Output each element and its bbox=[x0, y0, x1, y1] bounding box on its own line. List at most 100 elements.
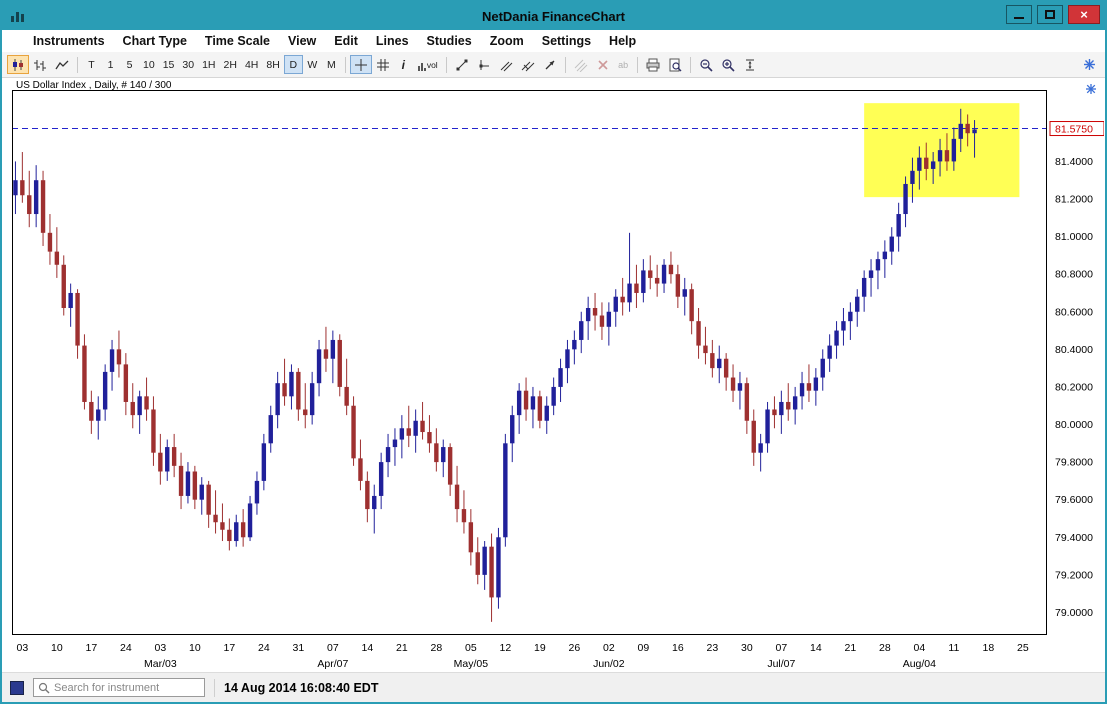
print-preview-button[interactable] bbox=[664, 55, 686, 74]
menu-studies[interactable]: Studies bbox=[418, 32, 481, 50]
timeframe-button-monthly[interactable]: M bbox=[322, 55, 341, 74]
menu-help[interactable]: Help bbox=[600, 32, 645, 50]
menu-bar: Instruments Chart Type Time Scale View E… bbox=[2, 30, 1105, 52]
timeframe-button-15m[interactable]: 15 bbox=[159, 55, 179, 74]
candle-body bbox=[965, 124, 969, 133]
candle-body bbox=[131, 402, 135, 415]
candle-body bbox=[834, 331, 838, 346]
grid-button[interactable] bbox=[372, 55, 394, 74]
menu-chart-type[interactable]: Chart Type bbox=[114, 32, 196, 50]
candle-body bbox=[827, 346, 831, 359]
candle-body bbox=[82, 346, 86, 402]
candle-body bbox=[193, 472, 197, 500]
info-button[interactable]: i bbox=[394, 55, 413, 74]
hv-line-button[interactable] bbox=[473, 55, 495, 74]
candle-body bbox=[689, 289, 693, 321]
candle-body bbox=[896, 214, 900, 237]
timeframe-button-weekly[interactable]: W bbox=[303, 55, 322, 74]
volume-button[interactable]: vol bbox=[413, 55, 442, 74]
candle-body bbox=[800, 383, 804, 396]
axis-settings-button[interactable] bbox=[1085, 82, 1097, 100]
y-axis-label: 79.0000 bbox=[1055, 607, 1093, 619]
y-axis-label: 81.4000 bbox=[1055, 156, 1093, 168]
menu-edit[interactable]: Edit bbox=[325, 32, 367, 50]
trendline-icon bbox=[455, 58, 469, 72]
fit-vertical-button[interactable] bbox=[739, 55, 761, 74]
toolbar-separator bbox=[565, 57, 566, 73]
timeframe-button-10m[interactable]: 10 bbox=[139, 55, 159, 74]
x-axis-day-label: 10 bbox=[51, 642, 63, 654]
candle-body bbox=[634, 284, 638, 293]
menu-view[interactable]: View bbox=[279, 32, 325, 50]
candle-body bbox=[696, 321, 700, 345]
candle-body bbox=[27, 195, 31, 214]
menu-zoom[interactable]: Zoom bbox=[481, 32, 533, 50]
timeframe-button-4h[interactable]: 4H bbox=[241, 55, 262, 74]
zoom-in-button[interactable] bbox=[717, 55, 739, 74]
candle-body bbox=[400, 428, 404, 439]
candle-body bbox=[234, 522, 238, 541]
info-icon: i bbox=[402, 58, 405, 72]
chart-plot-area[interactable]: 81.400081.200081.000080.800080.600080.40… bbox=[12, 90, 1104, 672]
candle-body bbox=[372, 496, 376, 509]
candle-body bbox=[972, 129, 976, 133]
minimize-button[interactable] bbox=[1006, 5, 1032, 24]
crosshair-button[interactable] bbox=[350, 55, 372, 74]
close-button[interactable]: × bbox=[1068, 5, 1100, 24]
zoom-out-button[interactable] bbox=[695, 55, 717, 74]
timeframe-button-8h[interactable]: 8H bbox=[262, 55, 283, 74]
timeframe-button-2h[interactable]: 2H bbox=[220, 55, 241, 74]
candle-body bbox=[676, 274, 680, 297]
timeframe-button-30m[interactable]: 30 bbox=[178, 55, 198, 74]
candle-body bbox=[655, 278, 659, 284]
arrow-tool-button[interactable] bbox=[539, 55, 561, 74]
chart-type-ohlc-button[interactable] bbox=[29, 55, 51, 74]
crosshair-icon bbox=[354, 58, 368, 72]
timeframe-button-5m[interactable]: 5 bbox=[120, 55, 139, 74]
x-axis-day-label: 02 bbox=[603, 642, 615, 654]
channel-button[interactable] bbox=[517, 55, 539, 74]
menu-lines[interactable]: Lines bbox=[367, 32, 418, 50]
maximize-button[interactable] bbox=[1037, 5, 1063, 24]
candle-body bbox=[917, 158, 921, 171]
select-lines-button[interactable] bbox=[570, 55, 592, 74]
timeframe-button-1h[interactable]: 1H bbox=[198, 55, 219, 74]
timeframe-button-tick[interactable]: T bbox=[82, 55, 101, 74]
x-axis-day-label: 19 bbox=[534, 642, 546, 654]
print-button[interactable] bbox=[642, 55, 664, 74]
candle-body bbox=[931, 161, 935, 169]
candle-body bbox=[41, 180, 45, 233]
chart-type-candlestick-button[interactable] bbox=[7, 55, 29, 74]
parallel-lines-button[interactable] bbox=[495, 55, 517, 74]
delete-line-button[interactable] bbox=[592, 55, 614, 74]
candle-body bbox=[448, 447, 452, 485]
instrument-list-icon[interactable] bbox=[10, 681, 24, 695]
y-axis-label: 80.6000 bbox=[1055, 306, 1093, 318]
menu-settings[interactable]: Settings bbox=[533, 32, 600, 50]
delete-line-icon bbox=[596, 58, 610, 72]
trendline-button[interactable] bbox=[451, 55, 473, 74]
timeframe-button-1m[interactable]: 1 bbox=[101, 55, 120, 74]
candle-body bbox=[952, 139, 956, 162]
candle-body bbox=[13, 180, 17, 195]
menu-instruments[interactable]: Instruments bbox=[24, 32, 114, 50]
titlebar[interactable]: NetDania FinanceChart × bbox=[2, 2, 1105, 30]
channel-icon bbox=[521, 58, 535, 72]
search-input[interactable] bbox=[54, 682, 200, 694]
candle-body bbox=[620, 297, 624, 303]
toolbar-separator bbox=[637, 57, 638, 73]
volume-icon bbox=[417, 58, 427, 72]
line-text-button[interactable]: ab bbox=[614, 55, 633, 74]
menu-time-scale[interactable]: Time Scale bbox=[196, 32, 279, 50]
x-axis-day-label: 14 bbox=[810, 642, 822, 654]
search-box[interactable] bbox=[33, 678, 205, 697]
candle-body bbox=[200, 485, 204, 500]
chart-type-line-button[interactable] bbox=[51, 55, 73, 74]
candle-body bbox=[614, 297, 618, 312]
x-axis-day-label: 05 bbox=[465, 642, 477, 654]
candle-body bbox=[75, 293, 79, 346]
candle-body bbox=[351, 406, 355, 459]
timeframe-button-daily[interactable]: D bbox=[284, 55, 303, 74]
candle-body bbox=[186, 472, 190, 496]
toolbar-pin-button[interactable] bbox=[1079, 55, 1100, 74]
